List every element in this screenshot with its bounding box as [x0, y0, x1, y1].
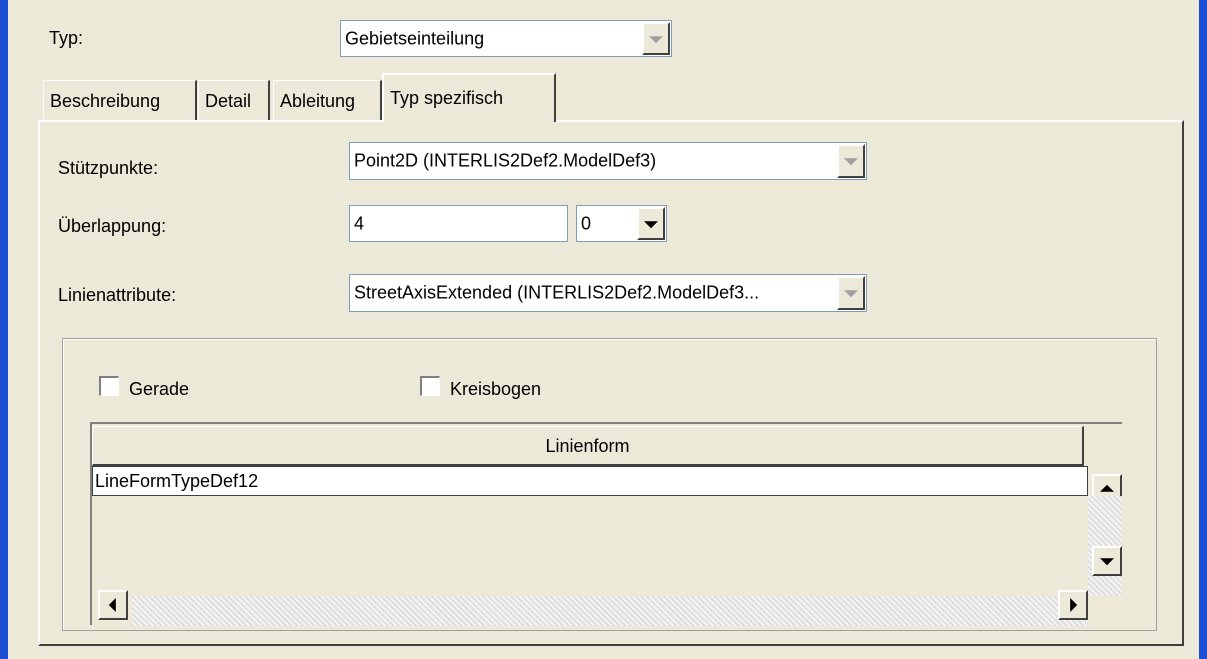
kreisbogen-checkbox[interactable]	[420, 376, 440, 396]
horizontal-scroll-track[interactable]	[132, 596, 1088, 626]
column-header-label: Linienform	[545, 436, 630, 456]
ueberlappung-dropdown[interactable]: 0	[576, 205, 667, 242]
scroll-right-button[interactable]	[1058, 590, 1088, 620]
type-dropdown-value: Gebietseinteilung	[345, 28, 485, 48]
gerade-label: Gerade	[129, 379, 190, 399]
arrow-left-icon	[108, 598, 116, 612]
chevron-down-icon	[649, 35, 663, 43]
tab-label: Ableitung	[280, 91, 356, 111]
column-header-linienform[interactable]: Linienform	[92, 426, 1084, 466]
arrow-right-icon	[1070, 598, 1078, 612]
kreisbogen-label: Kreisbogen	[450, 379, 542, 399]
ueberlappung-dropdown-button[interactable]	[637, 207, 665, 240]
stuetzpunkte-dropdown-button[interactable]	[837, 144, 865, 178]
stuetzpunkte-label: Stützpunkte:	[58, 158, 159, 178]
linienform-table: Linienform LineFormTypeDef12	[90, 422, 1122, 626]
gerade-checkbox[interactable]	[99, 376, 119, 396]
window-frame-right	[1199, 0, 1207, 659]
ueberlappung-value: 4	[354, 213, 365, 233]
ueberlappung-label: Überlappung:	[58, 216, 167, 236]
linienattribute-value: StreetAxisExtended (INTERLIS2Def2.ModelD…	[354, 282, 760, 303]
ueberlappung-dropdown-value: 0	[581, 213, 592, 233]
tab-label: Detail	[205, 91, 252, 111]
stuetzpunkte-value: Point2D (INTERLIS2Def2.ModelDef3)	[354, 150, 657, 171]
table-cell: LineFormTypeDef12	[95, 471, 259, 491]
tab-detail[interactable]: Detail	[198, 80, 270, 120]
table-row[interactable]: LineFormTypeDef12	[92, 466, 1088, 496]
type-label: Typ:	[49, 28, 84, 48]
window-frame-left	[0, 0, 8, 659]
tab-beschreibung[interactable]: Beschreibung	[43, 80, 197, 120]
chevron-down-icon	[844, 158, 858, 166]
tab-label: Beschreibung	[50, 91, 161, 111]
tab-typ-spezifisch[interactable]: Typ spezifisch	[382, 73, 556, 122]
stuetzpunkte-dropdown[interactable]: Point2D (INTERLIS2Def2.ModelDef3)	[349, 142, 867, 180]
tab-label: Typ spezifisch	[390, 88, 504, 108]
ueberlappung-input[interactable]: 4	[349, 205, 568, 242]
linienattribute-dropdown[interactable]: StreetAxisExtended (INTERLIS2Def2.ModelD…	[349, 274, 867, 312]
type-dropdown-button[interactable]	[642, 22, 670, 55]
chevron-down-icon	[844, 290, 858, 298]
arrow-down-icon	[1100, 558, 1114, 566]
scroll-left-button[interactable]	[98, 590, 128, 620]
linienattribute-label: Linienattribute:	[58, 285, 177, 305]
linienattribute-dropdown-button[interactable]	[837, 276, 865, 310]
tab-ableitung[interactable]: Ableitung	[273, 80, 382, 120]
arrow-up-icon	[1100, 484, 1114, 492]
chevron-down-icon	[644, 220, 658, 228]
type-dropdown[interactable]: Gebietseinteilung	[340, 20, 672, 57]
scroll-down-button[interactable]	[1092, 546, 1122, 576]
